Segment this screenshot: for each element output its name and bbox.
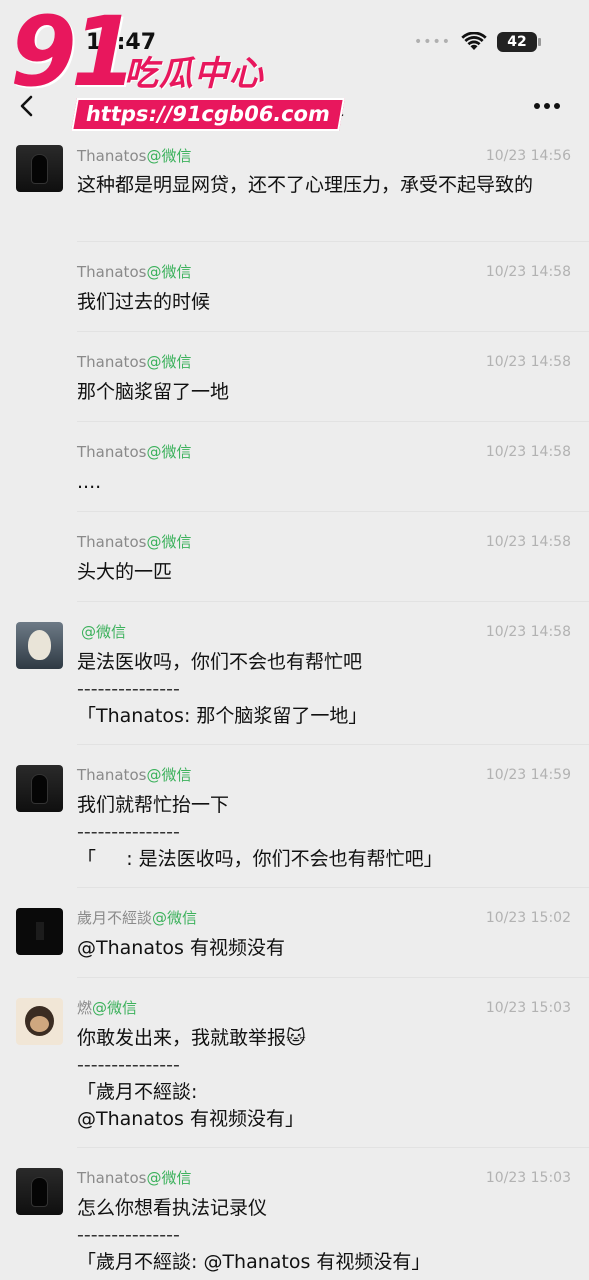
message-text: 怎么你想看执法记录仪 <box>77 1197 268 1219</box>
message-time: 10/23 14:56 <box>485 148 571 164</box>
message-meta: Thanatos@微信 10/23 14:56 <box>77 145 571 167</box>
message-meta: 歲月不經談@微信 10/23 15:02 <box>77 907 571 929</box>
avatar[interactable] <box>16 1168 63 1215</box>
status-icons: •••• 42 <box>413 32 541 52</box>
message-meta: Thanatos@微信 10/23 14:58 <box>77 261 571 283</box>
status-bar: 10:47 •••• 42 <box>0 0 589 84</box>
chat-message: Thanatos@微信 10/23 14:56 这种都是明显网贷，还不了心理压力… <box>0 134 589 242</box>
avatar[interactable] <box>16 765 63 812</box>
message-text: 头大的一匹 <box>77 561 173 583</box>
message-meta: Thanatos@微信 10/23 14:58 <box>77 531 571 553</box>
sender-name: Thanatos <box>77 443 147 461</box>
sender-source: @微信 <box>81 623 127 641</box>
message-meta: @微信 10/23 14:58 <box>77 621 571 643</box>
sender-name: Thanatos <box>77 353 147 371</box>
message-meta: Thanatos@微信 10/23 15:03 <box>77 1167 571 1189</box>
avatar[interactable] <box>16 622 63 669</box>
message-time: 10/23 14:59 <box>485 767 571 783</box>
quote-divider: --------------- <box>77 1054 180 1076</box>
message-time: 10/23 14:58 <box>485 444 571 460</box>
sender-source: @微信 <box>146 766 192 784</box>
more-dots-icon[interactable] <box>531 94 563 118</box>
sender-name: Thanatos <box>77 263 147 281</box>
message-text: 你敢发出来，我就敢举报🐱 <box>77 1027 306 1049</box>
battery-icon: 42 <box>497 32 541 52</box>
sender-name: Thanatos <box>77 766 147 784</box>
message-text: 我们就帮忙抬一下 <box>77 794 230 816</box>
chat-message: Thanatos@微信 10/23 14:58 .... <box>0 422 589 512</box>
quoted-message: 「 : 是法医收吗，你们不会也有帮忙吧」 <box>77 848 443 870</box>
message-text: @Thanatos 有视频没有 <box>77 937 285 959</box>
message-text: 是法医收吗，你们不会也有帮忙吧 <box>77 651 363 673</box>
quoted-message: 「Thanatos: 那个脑浆留了一地」 <box>77 705 368 727</box>
quoted-message: 「歲月不經談: <box>77 1081 198 1103</box>
sender-name: 燃 <box>77 999 93 1017</box>
navigation-bar: 群聊天记录 <box>0 84 589 130</box>
message-meta: 燃@微信 10/23 15:03 <box>77 997 571 1019</box>
sender-source: @微信 <box>146 443 192 461</box>
chat-message: Thanatos@微信 10/23 15:03 怎么你想看执法记录仪 -----… <box>0 1148 589 1280</box>
chat-message: @微信 10/23 14:58 是法医收吗，你们不会也有帮忙吧 --------… <box>0 602 589 745</box>
message-text: 这种都是明显网贷，还不了心理压力，承受不起导致的 <box>77 174 534 196</box>
message-time: 10/23 14:58 <box>485 534 571 550</box>
chat-message: Thanatos@微信 10/23 14:58 我们过去的时候 <box>0 242 589 332</box>
chat-message: 燃@微信 10/23 15:03 你敢发出来，我就敢举报🐱 ----------… <box>0 978 589 1148</box>
chat-message: 歲月不經談@微信 10/23 15:02 @Thanatos 有视频没有 <box>0 888 589 978</box>
message-text: 我们过去的时候 <box>77 291 211 313</box>
message-time: 10/23 14:58 <box>485 624 571 640</box>
quoted-message: 「歲月不經談: @Thanatos 有视频没有」 <box>77 1251 431 1273</box>
sender-source: @微信 <box>92 999 138 1017</box>
message-meta: Thanatos@微信 10/23 14:59 <box>77 764 571 786</box>
avatar[interactable] <box>16 998 63 1045</box>
quote-divider: --------------- <box>77 678 180 700</box>
sender-name: Thanatos <box>77 1169 147 1187</box>
message-time: 10/23 15:03 <box>485 1000 571 1016</box>
quoted-message-line-2: @Thanatos 有视频没有」 <box>77 1108 304 1130</box>
message-time: 10/23 14:58 <box>485 354 571 370</box>
chat-message: Thanatos@微信 10/23 14:59 我们就帮忙抬一下 -------… <box>0 745 589 888</box>
avatar[interactable] <box>16 908 63 955</box>
avatar[interactable] <box>16 145 63 192</box>
message-time: 10/23 15:02 <box>485 910 571 926</box>
message-meta: Thanatos@微信 10/23 14:58 <box>77 351 571 373</box>
sender-name: Thanatos <box>77 533 147 551</box>
message-meta: Thanatos@微信 10/23 14:58 <box>77 441 571 463</box>
page-title: 群聊天记录 <box>244 96 345 120</box>
sender-source: @微信 <box>146 353 192 371</box>
sender-source: @微信 <box>146 263 192 281</box>
chat-history-list[interactable]: Thanatos@微信 10/23 14:56 这种都是明显网贷，还不了心理压力… <box>0 134 589 1280</box>
sender-source: @微信 <box>146 533 192 551</box>
quote-divider: --------------- <box>77 1224 180 1246</box>
chat-message: Thanatos@微信 10/23 14:58 那个脑浆留了一地 <box>0 332 589 422</box>
sender-name: Thanatos <box>77 147 147 165</box>
message-text: 那个脑浆留了一地 <box>77 381 230 403</box>
cellular-signal-icon: •••• <box>413 34 451 50</box>
quote-divider: --------------- <box>77 821 180 843</box>
message-time: 10/23 14:58 <box>485 264 571 280</box>
message-time: 10/23 15:03 <box>485 1170 571 1186</box>
message-text: .... <box>77 471 102 493</box>
status-time: 10:47 <box>86 30 157 55</box>
wifi-icon <box>461 32 487 50</box>
sender-source: @微信 <box>152 909 198 927</box>
sender-name: 歲月不經談 <box>77 909 153 927</box>
chat-message: Thanatos@微信 10/23 14:58 头大的一匹 <box>0 512 589 602</box>
sender-source: @微信 <box>146 147 192 165</box>
sender-source: @微信 <box>146 1169 192 1187</box>
